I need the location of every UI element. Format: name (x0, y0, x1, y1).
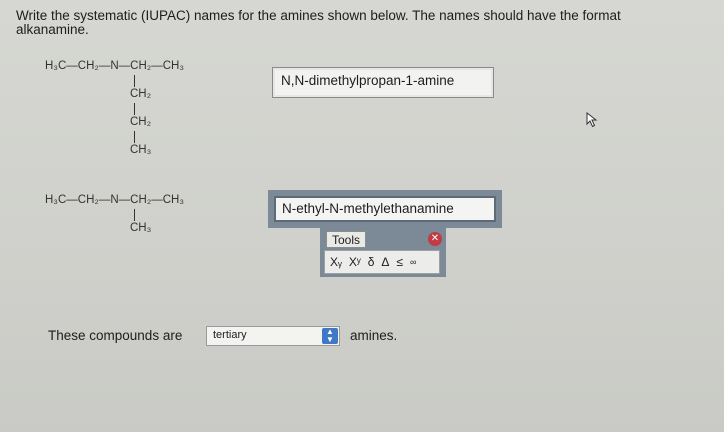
less-equal-button[interactable]: ≤ (396, 255, 403, 269)
structure-1-main-chain: H₃C—CH₂—N—CH₂—CH₃ (45, 60, 185, 72)
answer-1-input[interactable]: N,N-dimethylpropan-1-amine (272, 67, 494, 98)
compound-type-prefix: These compounds are (48, 328, 183, 343)
tools-toolbar: Xᵧ Xʸ δ Δ ≤ ∞ (324, 250, 440, 274)
superscript-button[interactable]: Xʸ (349, 255, 361, 269)
structure-1-branch-2: CH₂ (130, 116, 152, 128)
instructions-text: Write the systematic (IUPAC) names for t… (16, 8, 621, 37)
compound-type-select[interactable]: tertiary ▲ ▼ (206, 326, 340, 346)
compound-type-suffix: amines. (350, 328, 398, 343)
close-icon[interactable]: ✕ (428, 232, 442, 246)
delta-lower-button[interactable]: δ (368, 255, 375, 269)
infinity-button[interactable]: ∞ (410, 257, 416, 267)
structure-2-main-chain: H₃C—CH₂—N—CH₂—CH₃ (45, 194, 185, 206)
tools-tab[interactable]: Tools (326, 231, 366, 248)
structure-1-branch-3: CH₃ (130, 144, 152, 156)
tools-panel: Tools ✕ Xᵧ Xʸ δ Δ ≤ ∞ (320, 228, 446, 277)
subscript-button[interactable]: Xᵧ (330, 255, 342, 269)
answer-2-value: N-ethyl-N-methylethanamine (282, 201, 454, 216)
structure-2-branch: CH₃ (130, 222, 152, 234)
answer-1-value: N,N-dimethylpropan-1-amine (281, 73, 455, 88)
delta-upper-button[interactable]: Δ (381, 255, 389, 269)
mouse-cursor-icon (586, 112, 598, 128)
select-arrows-icon: ▲ ▼ (322, 328, 338, 344)
compound-type-value: tertiary (213, 329, 247, 341)
answer-2-input[interactable]: N-ethyl-N-methylethanamine (274, 196, 496, 222)
structure-1-branch-1: CH₂ (130, 88, 152, 100)
